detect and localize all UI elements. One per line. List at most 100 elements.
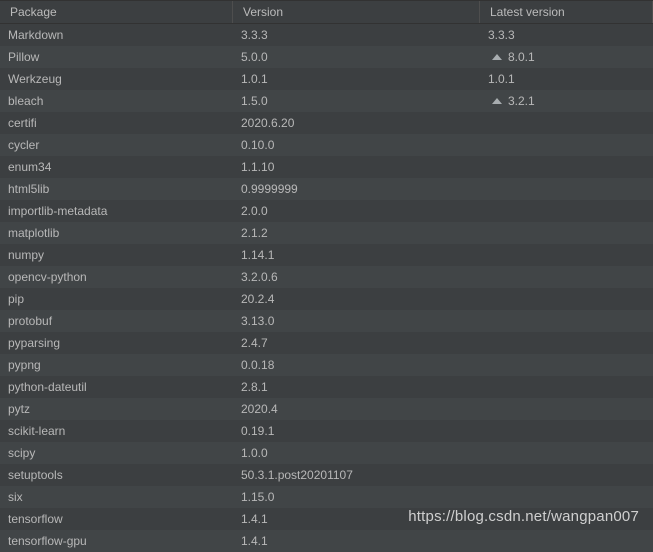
package-version: 1.1.10 [233, 157, 480, 177]
package-name: setuptools [0, 465, 233, 485]
table-row[interactable]: pytz2020.4 [0, 398, 653, 420]
package-version: 1.0.0 [233, 443, 480, 463]
package-name: protobuf [0, 311, 233, 331]
package-latest [480, 406, 653, 412]
package-version: 1.5.0 [233, 91, 480, 111]
package-version: 3.3.3 [233, 25, 480, 45]
package-name: html5lib [0, 179, 233, 199]
package-name: matplotlib [0, 223, 233, 243]
table-body: Markdown3.3.33.3.3Pillow5.0.08.0.1Werkze… [0, 24, 653, 552]
package-latest [480, 340, 653, 346]
package-version: 0.10.0 [233, 135, 480, 155]
package-name: pyparsing [0, 333, 233, 353]
table-row[interactable]: six1.15.0 [0, 486, 653, 508]
package-version: 2.0.0 [233, 201, 480, 221]
package-name: importlib-metadata [0, 201, 233, 221]
package-latest [480, 208, 653, 214]
package-latest [480, 120, 653, 126]
table-row[interactable]: scipy1.0.0 [0, 442, 653, 464]
package-version: 1.15.0 [233, 487, 480, 507]
package-version: 3.13.0 [233, 311, 480, 331]
package-name: scipy [0, 443, 233, 463]
package-version: 2020.6.20 [233, 113, 480, 133]
package-latest [480, 142, 653, 148]
package-version: 3.2.0.6 [233, 267, 480, 287]
upgrade-available-icon [492, 98, 502, 104]
packages-table: Package Version Latest version Markdown3… [0, 0, 653, 552]
package-version: 0.0.18 [233, 355, 480, 375]
table-row[interactable]: enum341.1.10 [0, 156, 653, 178]
package-version: 0.9999999 [233, 179, 480, 199]
table-row[interactable]: html5lib0.9999999 [0, 178, 653, 200]
package-name: numpy [0, 245, 233, 265]
package-name: Pillow [0, 47, 233, 67]
package-latest [480, 450, 653, 456]
package-latest [480, 362, 653, 368]
package-name: scikit-learn [0, 421, 233, 441]
package-version: 2.4.7 [233, 333, 480, 353]
package-version: 2020.4 [233, 399, 480, 419]
latest-version-text: 3.3.3 [488, 28, 515, 42]
package-latest: 3.3.3 [480, 25, 653, 45]
package-latest [480, 472, 653, 478]
table-row[interactable]: scikit-learn0.19.1 [0, 420, 653, 442]
header-version[interactable]: Version [233, 1, 480, 23]
package-name: certifi [0, 113, 233, 133]
package-latest [480, 384, 653, 390]
table-row[interactable]: python-dateutil2.8.1 [0, 376, 653, 398]
package-name: tensorflow-gpu [0, 531, 233, 551]
table-row[interactable]: opencv-python3.2.0.6 [0, 266, 653, 288]
package-version: 2.1.2 [233, 223, 480, 243]
table-row[interactable]: pyparsing2.4.7 [0, 332, 653, 354]
package-version: 1.14.1 [233, 245, 480, 265]
watermark-text: https://blog.csdn.net/wangpan007 [408, 508, 639, 525]
package-latest [480, 428, 653, 434]
table-row[interactable]: Markdown3.3.33.3.3 [0, 24, 653, 46]
package-version: 1.4.1 [233, 531, 480, 551]
table-row[interactable]: certifi2020.6.20 [0, 112, 653, 134]
package-latest [480, 538, 653, 544]
package-name: Markdown [0, 25, 233, 45]
package-latest [480, 296, 653, 302]
package-latest: 3.2.1 [480, 91, 653, 111]
table-row[interactable]: matplotlib2.1.2 [0, 222, 653, 244]
table-header-row: Package Version Latest version [0, 0, 653, 24]
package-name: opencv-python [0, 267, 233, 287]
package-latest [480, 164, 653, 170]
latest-version-text: 1.0.1 [488, 72, 515, 86]
package-latest: 1.0.1 [480, 69, 653, 89]
package-name: six [0, 487, 233, 507]
package-version: 20.2.4 [233, 289, 480, 309]
table-row[interactable]: Pillow5.0.08.0.1 [0, 46, 653, 68]
latest-version-text: 3.2.1 [508, 94, 535, 108]
table-row[interactable]: numpy1.14.1 [0, 244, 653, 266]
package-latest [480, 494, 653, 500]
header-latest[interactable]: Latest version [480, 1, 653, 23]
package-version: 0.19.1 [233, 421, 480, 441]
table-row[interactable]: bleach1.5.0 3.2.1 [0, 90, 653, 112]
package-name: bleach [0, 91, 233, 111]
table-row[interactable]: cycler0.10.0 [0, 134, 653, 156]
table-row[interactable]: Werkzeug1.0.11.0.1 [0, 68, 653, 90]
package-latest: 8.0.1 [480, 47, 653, 67]
package-name: tensorflow [0, 509, 233, 529]
table-row[interactable]: pip20.2.4 [0, 288, 653, 310]
header-package[interactable]: Package [0, 1, 233, 23]
table-row[interactable]: pypng0.0.18 [0, 354, 653, 376]
package-name: python-dateutil [0, 377, 233, 397]
table-row[interactable]: tensorflow-gpu1.4.1 [0, 530, 653, 552]
table-row[interactable]: setuptools50.3.1.post20201107 [0, 464, 653, 486]
table-row[interactable]: importlib-metadata2.0.0 [0, 200, 653, 222]
package-latest [480, 252, 653, 258]
table-row[interactable]: protobuf3.13.0 [0, 310, 653, 332]
package-latest [480, 186, 653, 192]
package-name: enum34 [0, 157, 233, 177]
upgrade-available-icon [492, 54, 502, 60]
package-latest [480, 274, 653, 280]
package-latest [480, 230, 653, 236]
package-version: 2.8.1 [233, 377, 480, 397]
package-version: 50.3.1.post20201107 [233, 465, 480, 485]
package-name: pytz [0, 399, 233, 419]
package-name: cycler [0, 135, 233, 155]
package-version: 1.0.1 [233, 69, 480, 89]
